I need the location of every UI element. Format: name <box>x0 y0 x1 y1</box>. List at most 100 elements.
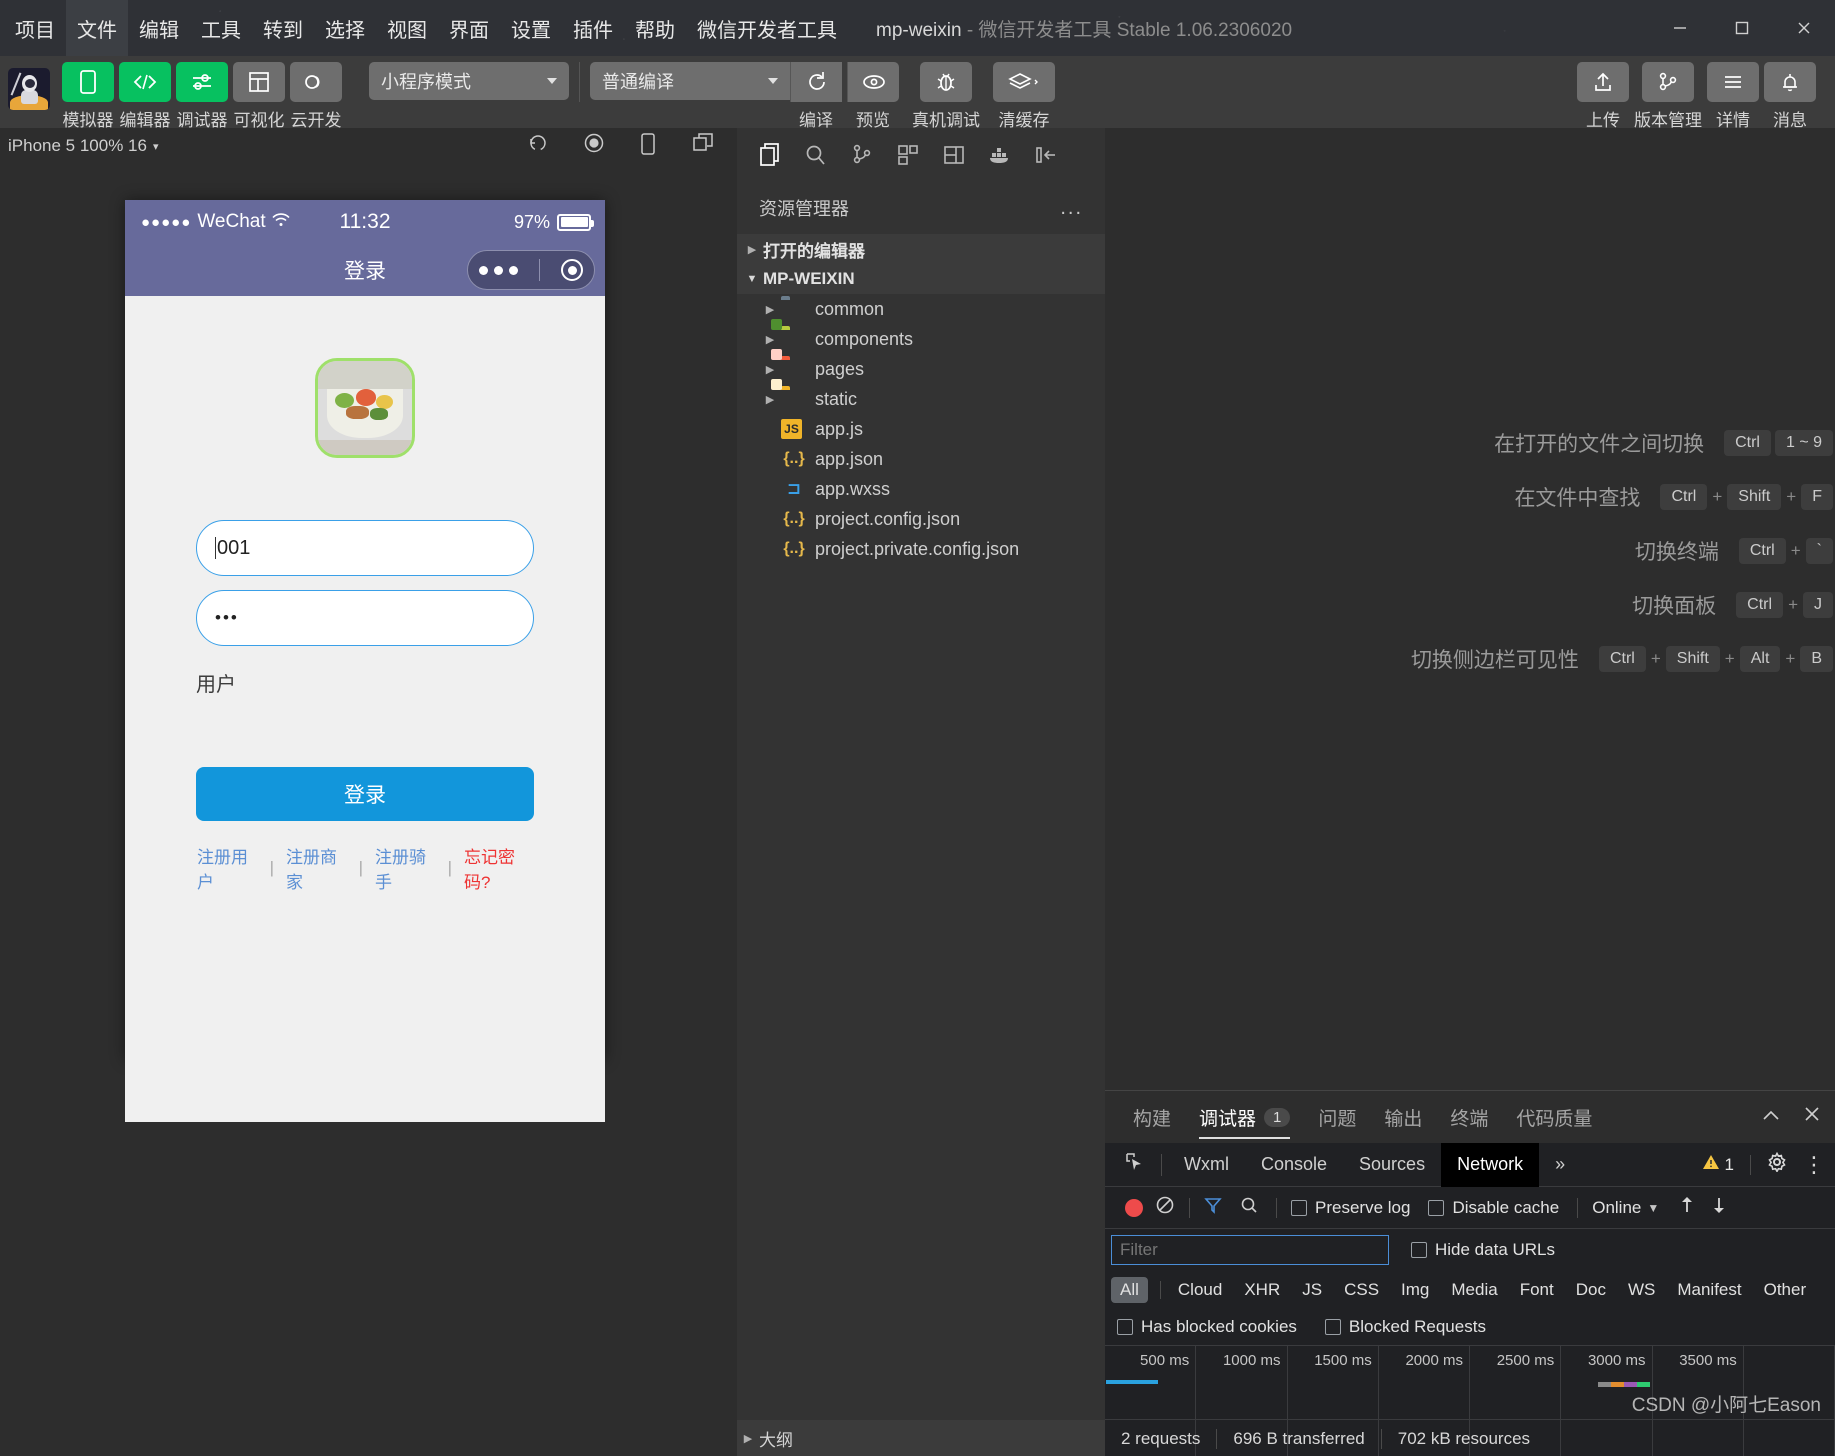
more-dots-icon[interactable] <box>478 265 518 275</box>
menu-item-help[interactable]: 帮助 <box>624 0 686 56</box>
inspect-element-icon[interactable] <box>1113 1151 1155 1178</box>
record-button[interactable] <box>1125 1198 1143 1217</box>
explorer-more-button[interactable]: ... <box>1060 197 1083 220</box>
layout-panel-icon[interactable] <box>931 132 977 178</box>
search-icon-network[interactable] <box>1240 1196 1258 1219</box>
record-icon[interactable] <box>583 132 605 161</box>
menu-item-project[interactable]: 项目 <box>4 0 66 56</box>
throttling-select[interactable]: Online <box>1592 1198 1641 1218</box>
tab-build[interactable]: 构建 <box>1119 1091 1185 1143</box>
mode-select[interactable]: 小程序模式 <box>369 62 569 100</box>
toolbar-button-upload[interactable]: 上传 <box>1577 62 1629 131</box>
link-forgot-password[interactable]: 忘记密码? <box>452 843 545 893</box>
clear-icon[interactable] <box>1155 1195 1175 1220</box>
download-arrow-icon[interactable] <box>1711 1196 1727 1219</box>
toolbar-button-clearcache[interactable]: 清缓存 <box>993 62 1055 131</box>
type-filter-doc[interactable]: Doc <box>1567 1277 1615 1303</box>
gear-icon[interactable] <box>1767 1151 1787 1177</box>
menu-item-file[interactable]: 文件 <box>66 0 128 56</box>
device-icon[interactable] <box>639 132 657 161</box>
type-filter-js[interactable]: JS <box>1293 1277 1331 1303</box>
toolbar-button-editor[interactable]: 编辑器 <box>119 62 171 131</box>
toolbar-button-debugger[interactable]: 调试器 <box>176 62 228 131</box>
login-button[interactable]: 登录 <box>196 767 534 821</box>
tab-terminal[interactable]: 终端 <box>1436 1091 1502 1143</box>
toolbar-button-preview[interactable]: 预览 <box>847 62 899 131</box>
maximize-button[interactable] <box>1711 0 1773 56</box>
blocked-requests-checkbox[interactable] <box>1324 1319 1341 1335</box>
toolbar-button-version[interactable]: 版本管理 <box>1634 62 1702 131</box>
tab-debugger[interactable]: 调试器 1 <box>1185 1091 1304 1143</box>
close-ring-icon[interactable] <box>561 259 584 281</box>
rotate-icon[interactable] <box>527 132 549 161</box>
upload-arrow-icon[interactable] <box>1679 1196 1695 1219</box>
toolbar-button-details[interactable]: 详情 <box>1707 62 1759 131</box>
avatar[interactable] <box>8 68 50 110</box>
tree-item-static[interactable]: ▶ static <box>737 379 1105 414</box>
menu-item-select[interactable]: 选择 <box>314 0 376 56</box>
chevron-up-icon[interactable] <box>1761 1106 1781 1129</box>
toolbar-button-simulator[interactable]: 模拟器 <box>62 62 114 131</box>
cdt-tab-wxml[interactable]: Wxml <box>1168 1143 1245 1187</box>
tree-item-app-wxss[interactable]: ⊐ app.wxss <box>737 474 1105 504</box>
warning-indicator[interactable]: 1 <box>1702 1154 1734 1175</box>
kebab-menu-icon[interactable]: ⋮ <box>1803 1153 1825 1175</box>
search-icon[interactable] <box>793 132 839 178</box>
cdt-tab-more[interactable]: » <box>1539 1143 1581 1187</box>
cdt-tab-sources[interactable]: Sources <box>1343 1143 1441 1187</box>
docker-icon[interactable] <box>977 132 1023 178</box>
toolbar-button-cloud[interactable]: 云开发 <box>290 62 342 131</box>
cdt-tab-network[interactable]: Network <box>1441 1142 1540 1187</box>
tree-item-pages[interactable]: ▶ pages <box>737 349 1105 384</box>
close-icon[interactable] <box>1803 1105 1821 1129</box>
tab-code-quality[interactable]: 代码质量 <box>1502 1091 1606 1143</box>
menu-item-tools[interactable]: 工具 <box>190 0 252 56</box>
menu-item-settings[interactable]: 设置 <box>500 0 562 56</box>
files-icon[interactable] <box>747 132 793 178</box>
source-control-icon[interactable] <box>839 132 885 178</box>
type-filter-manifest[interactable]: Manifest <box>1668 1277 1750 1303</box>
disable-cache-checkbox[interactable] <box>1428 1199 1445 1216</box>
extensions-icon[interactable] <box>885 132 931 178</box>
menu-item-view[interactable]: 视图 <box>376 0 438 56</box>
password-input[interactable]: ••• <box>196 590 534 646</box>
tree-item-app-json[interactable]: {..} app.json <box>737 444 1105 474</box>
tree-item-common[interactable]: ▶ common <box>737 294 1105 324</box>
chevron-down-icon-throttle[interactable]: ▼ <box>1647 1201 1659 1215</box>
toolbar-button-compile[interactable]: 编译 <box>790 62 842 131</box>
type-filter-xhr[interactable]: XHR <box>1235 1277 1289 1303</box>
section-open-editors[interactable]: ▶ 打开的编辑器 <box>737 234 1105 264</box>
toolbar-button-visual[interactable]: 可视化 <box>233 62 285 131</box>
chevron-down-icon-device[interactable]: ▾ <box>153 140 159 153</box>
tree-item-project-config[interactable]: {..} project.config.json <box>737 504 1105 534</box>
type-filter-css[interactable]: CSS <box>1335 1277 1388 1303</box>
capsule-button[interactable] <box>467 250 595 290</box>
section-mp-weixin[interactable]: ▼ MP-WEIXIN <box>737 264 1105 294</box>
menu-item-plugins[interactable]: 插件 <box>562 0 624 56</box>
menu-item-interface[interactable]: 界面 <box>438 0 500 56</box>
cdt-tab-console[interactable]: Console <box>1245 1143 1343 1187</box>
link-register-rider[interactable]: 注册骑手 <box>363 843 448 893</box>
menu-item-wechat-devtools[interactable]: 微信开发者工具 <box>686 0 848 56</box>
outline-section[interactable]: ▶ 大纲 <box>737 1420 1105 1456</box>
close-button[interactable] <box>1773 0 1835 56</box>
tab-output[interactable]: 输出 <box>1370 1091 1436 1143</box>
hide-data-urls-checkbox[interactable] <box>1411 1242 1427 1258</box>
link-register-user[interactable]: 注册用户 <box>185 843 270 893</box>
preserve-log-checkbox[interactable] <box>1291 1199 1307 1216</box>
filter-icon[interactable] <box>1204 1196 1222 1219</box>
tab-problems[interactable]: 问题 <box>1304 1091 1370 1143</box>
toolbar-button-realdevice[interactable]: 真机调试 <box>912 62 980 131</box>
compile-select[interactable]: 普通编译 <box>590 62 790 100</box>
link-register-merchant[interactable]: 注册商家 <box>274 843 359 893</box>
collapse-icon[interactable] <box>1023 132 1069 178</box>
filter-input[interactable] <box>1111 1235 1389 1265</box>
tree-item-app-js[interactable]: JS app.js <box>737 414 1105 444</box>
tree-item-project-private-config[interactable]: {..} project.private.config.json <box>737 534 1105 564</box>
type-filter-all[interactable]: All <box>1111 1277 1148 1303</box>
menu-item-goto[interactable]: 转到 <box>252 0 314 56</box>
type-filter-ws[interactable]: WS <box>1619 1277 1664 1303</box>
tree-item-components[interactable]: ▶ components <box>737 319 1105 354</box>
type-filter-media[interactable]: Media <box>1442 1277 1506 1303</box>
device-info-label[interactable]: iPhone 5 100% 16 <box>8 136 147 156</box>
